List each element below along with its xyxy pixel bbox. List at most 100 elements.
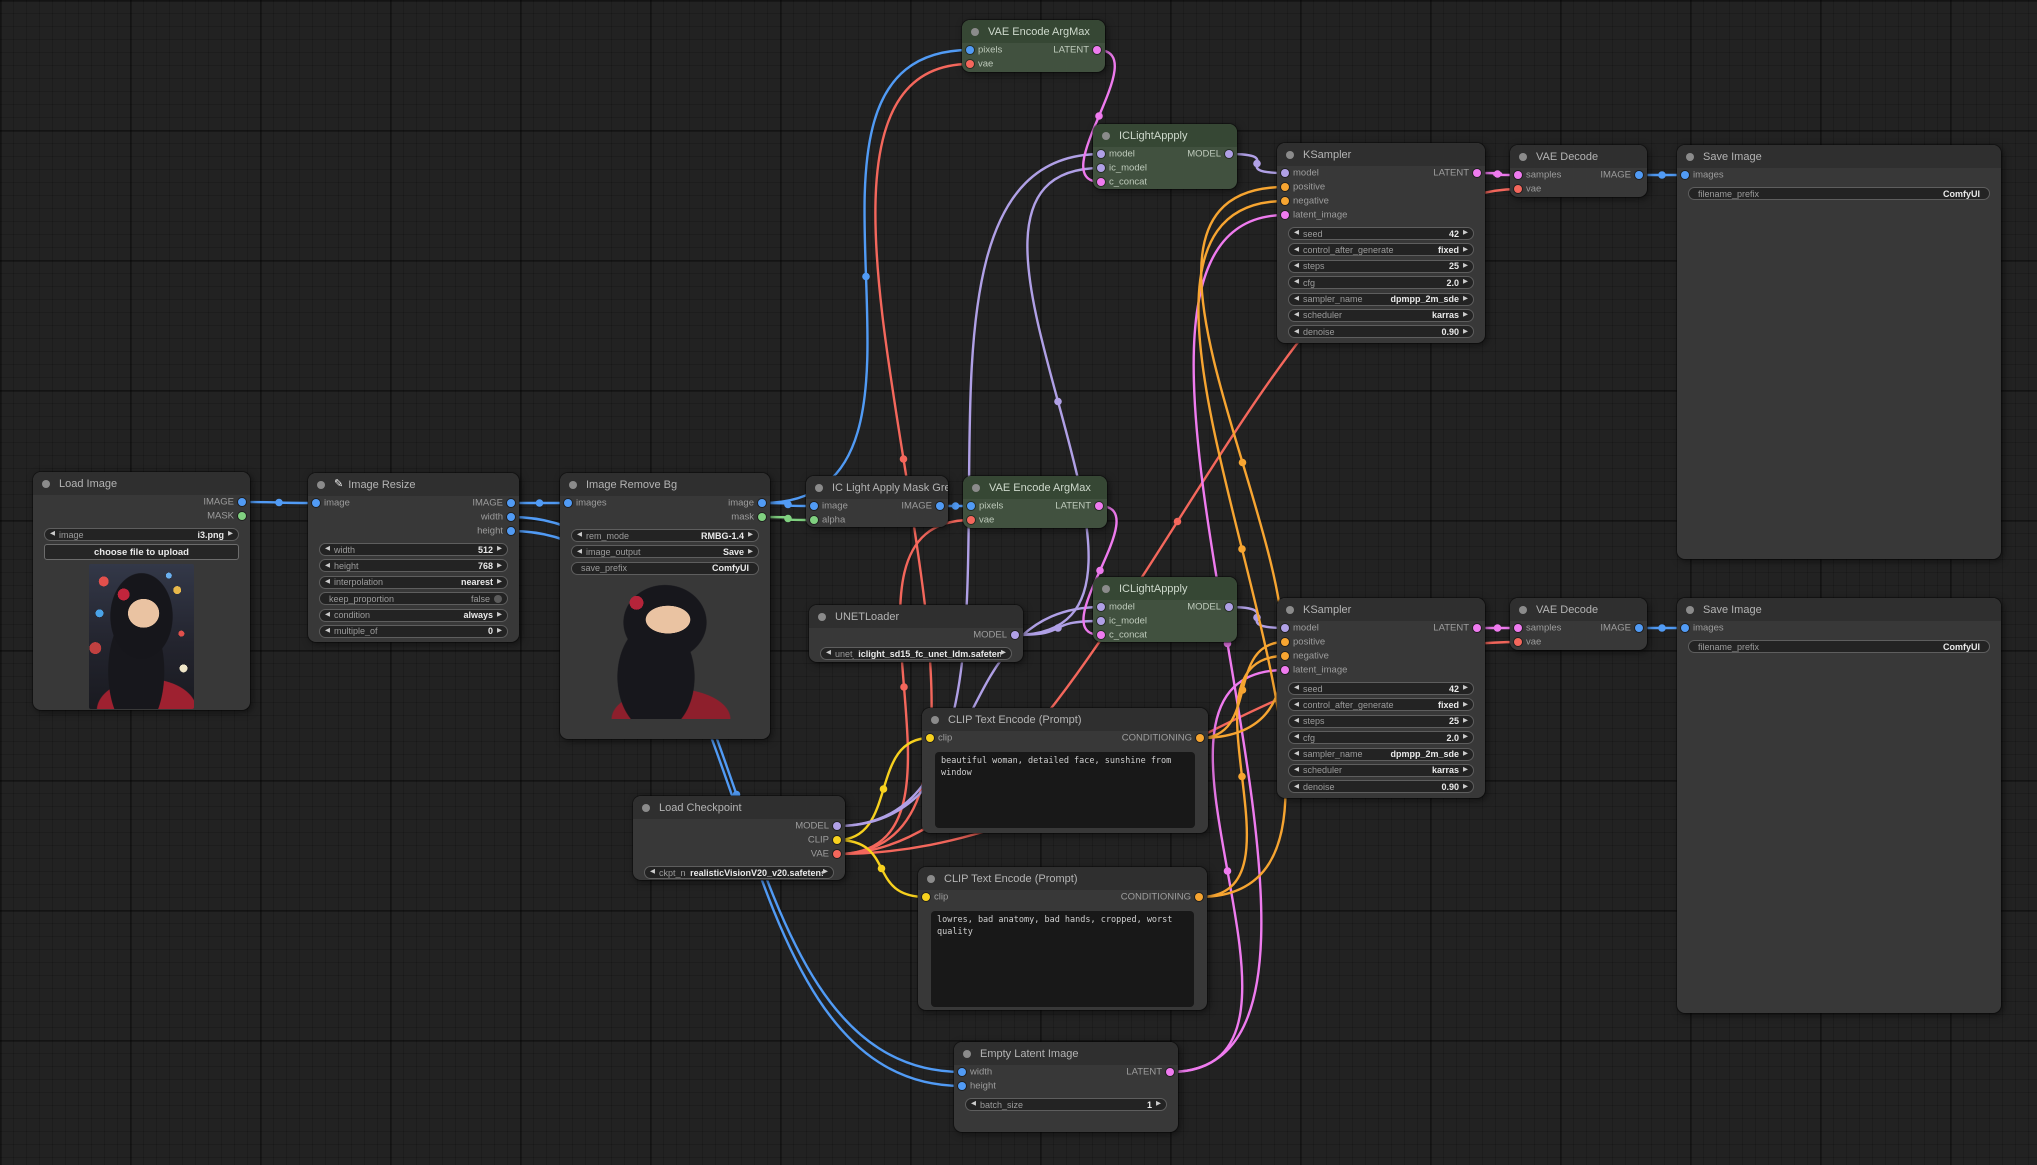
node-title-bar[interactable]: Empty Latent Image (954, 1042, 1178, 1065)
collapse-dot-icon[interactable] (317, 481, 325, 489)
node-vae-decode-1[interactable]: VAE DecodesamplesIMAGEvae (1510, 145, 1647, 197)
samples-input-port[interactable] (1514, 624, 1522, 632)
control_after_generate-widget[interactable]: ◀control_after_generatefixed▶ (1288, 698, 1474, 711)
combo-left-arrow-icon[interactable]: ◀ (325, 612, 330, 619)
IMAGE-output-port[interactable] (507, 499, 515, 507)
c_concat-input-port[interactable] (1097, 631, 1105, 639)
combo-right-arrow-icon[interactable]: ▶ (1156, 1101, 1161, 1108)
vae-input-port[interactable] (967, 516, 975, 524)
sampler_name-widget[interactable]: ◀sampler_namedpmpp_2m_sde▶ (1288, 293, 1474, 306)
MODEL-output-port[interactable] (1011, 631, 1019, 639)
combo-right-arrow-icon[interactable]: ▶ (1463, 279, 1468, 286)
collapse-dot-icon[interactable] (569, 481, 577, 489)
collapse-dot-icon[interactable] (42, 480, 50, 488)
clip-input-port[interactable] (926, 734, 934, 742)
combo-right-arrow-icon[interactable]: ▶ (1463, 296, 1468, 303)
image-input-port[interactable] (312, 499, 320, 507)
collapse-dot-icon[interactable] (1286, 606, 1294, 614)
cfg-widget[interactable]: ◀cfg2.0▶ (1288, 276, 1474, 289)
combo-left-arrow-icon[interactable]: ◀ (1294, 312, 1299, 319)
negative-input-port[interactable] (1281, 652, 1289, 660)
collapse-dot-icon[interactable] (1102, 585, 1110, 593)
image-widget[interactable]: ◀imagei3.png▶ (44, 528, 239, 541)
CONDITIONING-output-port[interactable] (1196, 734, 1204, 742)
latent_image-input-port[interactable] (1281, 666, 1289, 674)
scheduler-widget[interactable]: ◀schedulerkarras▶ (1288, 309, 1474, 322)
combo-left-arrow-icon[interactable]: ◀ (325, 579, 330, 586)
IMAGE-output-port[interactable] (1635, 171, 1643, 179)
ckpt_na-widget[interactable]: ◀ckpt_narealisticVisionV20_v20.safetenso… (644, 866, 834, 879)
multiple_of-widget[interactable]: ◀multiple_of0▶ (319, 625, 508, 638)
model-input-port[interactable] (1097, 150, 1105, 158)
MODEL-output-port[interactable] (1225, 603, 1233, 611)
node-title-bar[interactable]: CLIP Text Encode (Prompt) (922, 708, 1208, 731)
combo-left-arrow-icon[interactable]: ◀ (1294, 329, 1299, 336)
combo-right-arrow-icon[interactable]: ▶ (1463, 312, 1468, 319)
sampler_name-widget[interactable]: ◀sampler_namedpmpp_2m_sde▶ (1288, 748, 1474, 761)
steps-widget[interactable]: ◀steps25▶ (1288, 715, 1474, 728)
node-title-bar[interactable]: VAE Decode (1510, 145, 1647, 168)
combo-left-arrow-icon[interactable]: ◀ (325, 628, 330, 635)
collapse-dot-icon[interactable] (1286, 151, 1294, 159)
node-title-bar[interactable]: Load Image (33, 472, 250, 495)
model-input-port[interactable] (1281, 169, 1289, 177)
combo-left-arrow-icon[interactable]: ◀ (650, 869, 655, 876)
combo-right-arrow-icon[interactable]: ▶ (748, 549, 753, 556)
combo-right-arrow-icon[interactable]: ▶ (823, 869, 828, 876)
combo-right-arrow-icon[interactable]: ▶ (1001, 650, 1006, 657)
images-input-port[interactable] (1681, 624, 1689, 632)
node-vae-encode-argmax-1[interactable]: VAE Encode ArgMaxpixelsLATENTvae (962, 20, 1105, 72)
ic_model-input-port[interactable] (1097, 164, 1105, 172)
VAE-output-port[interactable] (833, 850, 841, 858)
combo-right-arrow-icon[interactable]: ▶ (497, 563, 502, 570)
node-image-resize[interactable]: ✎Image ResizeimageIMAGEwidthheight◀width… (308, 473, 519, 642)
node-title-bar[interactable]: ✎Image Resize (308, 473, 519, 496)
combo-right-arrow-icon[interactable]: ▶ (1463, 685, 1468, 692)
c_concat-input-port[interactable] (1097, 178, 1105, 186)
combo-left-arrow-icon[interactable]: ◀ (1294, 296, 1299, 303)
width-input-port[interactable] (958, 1068, 966, 1076)
LATENT-output-port[interactable] (1473, 624, 1481, 632)
clip-input-port[interactable] (922, 893, 930, 901)
keep_proportion-toggle[interactable]: keep_proportionfalse (319, 592, 508, 605)
image_output-widget[interactable]: ◀image_outputSave▶ (571, 545, 759, 558)
collapse-dot-icon[interactable] (972, 484, 980, 492)
combo-left-arrow-icon[interactable]: ◀ (50, 531, 55, 538)
node-title-bar[interactable]: UNETLoader (809, 605, 1023, 628)
interpolation-widget[interactable]: ◀interpolationnearest▶ (319, 576, 508, 589)
combo-left-arrow-icon[interactable]: ◀ (971, 1101, 976, 1108)
CLIP-output-port[interactable] (833, 836, 841, 844)
node-title-bar[interactable]: Image Remove Bg (560, 473, 770, 496)
combo-left-arrow-icon[interactable]: ◀ (325, 563, 330, 570)
collapse-dot-icon[interactable] (818, 613, 826, 621)
image-input-port[interactable] (810, 502, 818, 510)
height-output-port[interactable] (507, 527, 515, 535)
combo-left-arrow-icon[interactable]: ◀ (325, 546, 330, 553)
collapse-dot-icon[interactable] (1686, 606, 1694, 614)
combo-right-arrow-icon[interactable]: ▶ (1463, 718, 1468, 725)
upload-button[interactable]: choose file to upload (44, 544, 239, 560)
node-title-bar[interactable]: VAE Decode (1510, 598, 1647, 621)
combo-left-arrow-icon[interactable]: ◀ (577, 532, 582, 539)
collapse-dot-icon[interactable] (1519, 606, 1527, 614)
seed-widget[interactable]: ◀seed42▶ (1288, 682, 1474, 695)
combo-left-arrow-icon[interactable]: ◀ (1294, 767, 1299, 774)
vae-input-port[interactable] (966, 60, 974, 68)
LATENT-output-port[interactable] (1093, 46, 1101, 54)
node-ksampler-1[interactable]: KSamplermodelLATENTpositivenegativelaten… (1277, 143, 1485, 343)
node-iclight-apply-2[interactable]: ICLightAppplymodelMODELic_modelc_concat (1093, 577, 1237, 642)
images-input-port[interactable] (564, 499, 572, 507)
combo-left-arrow-icon[interactable]: ◀ (1294, 734, 1299, 741)
images-input-port[interactable] (1681, 171, 1689, 179)
prompt-textarea[interactable]: beautiful woman, detailed face, sunshine… (935, 752, 1195, 828)
collapse-dot-icon[interactable] (963, 1050, 971, 1058)
node-title-bar[interactable]: Save Image (1677, 145, 2001, 168)
denoise-widget[interactable]: ◀denoise0.90▶ (1288, 780, 1474, 793)
combo-left-arrow-icon[interactable]: ◀ (1294, 685, 1299, 692)
vae-input-port[interactable] (1514, 185, 1522, 193)
IMAGE-output-port[interactable] (238, 498, 246, 506)
steps-widget[interactable]: ◀steps25▶ (1288, 260, 1474, 273)
node-ic-light-apply-mask-grey[interactable]: IC Light Apply Mask GreyimageIMAGEalpha (806, 476, 948, 527)
model-input-port[interactable] (1097, 603, 1105, 611)
IMAGE-output-port[interactable] (1635, 624, 1643, 632)
